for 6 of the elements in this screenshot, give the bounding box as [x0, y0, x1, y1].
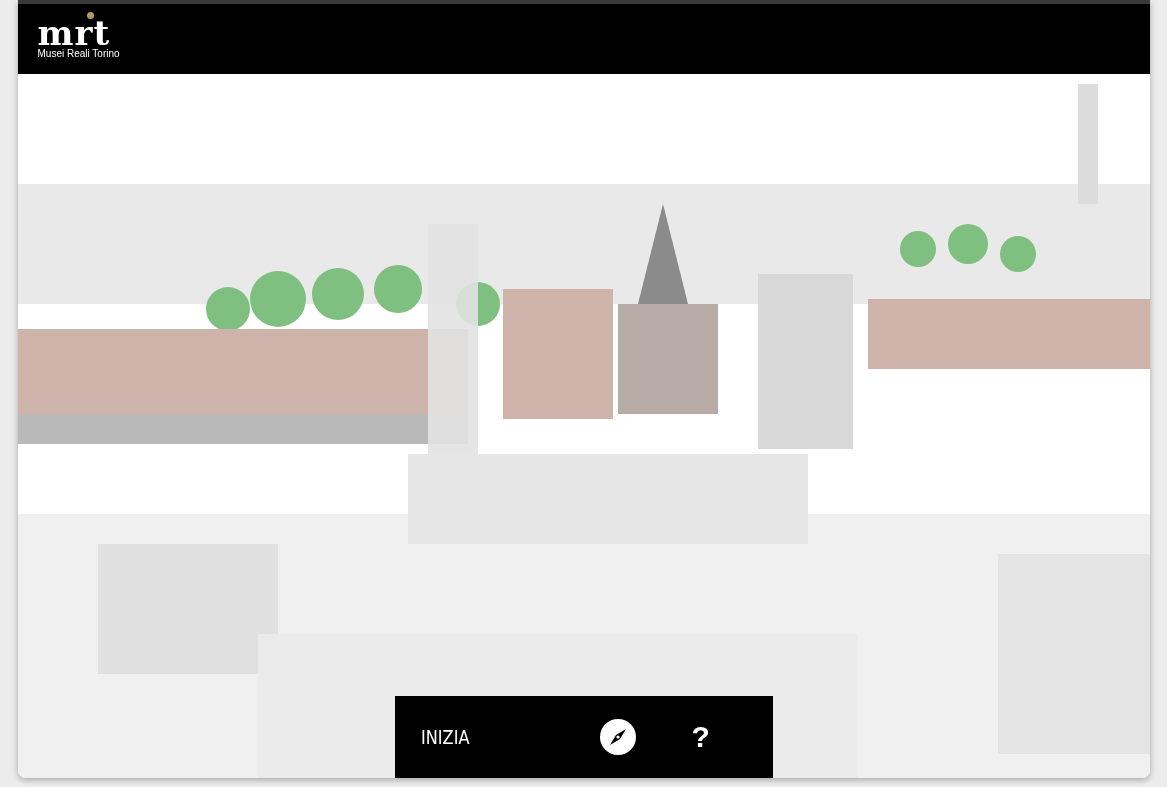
- dot-icon: [86, 11, 94, 19]
- logo-mark: mrt: [37, 19, 111, 46]
- compass-icon[interactable]: [599, 719, 636, 755]
- start-button[interactable]: INIZIA: [420, 726, 469, 748]
- help-button[interactable]: ?: [691, 720, 710, 754]
- logo-caption: Musei Reali Torino: [37, 47, 120, 59]
